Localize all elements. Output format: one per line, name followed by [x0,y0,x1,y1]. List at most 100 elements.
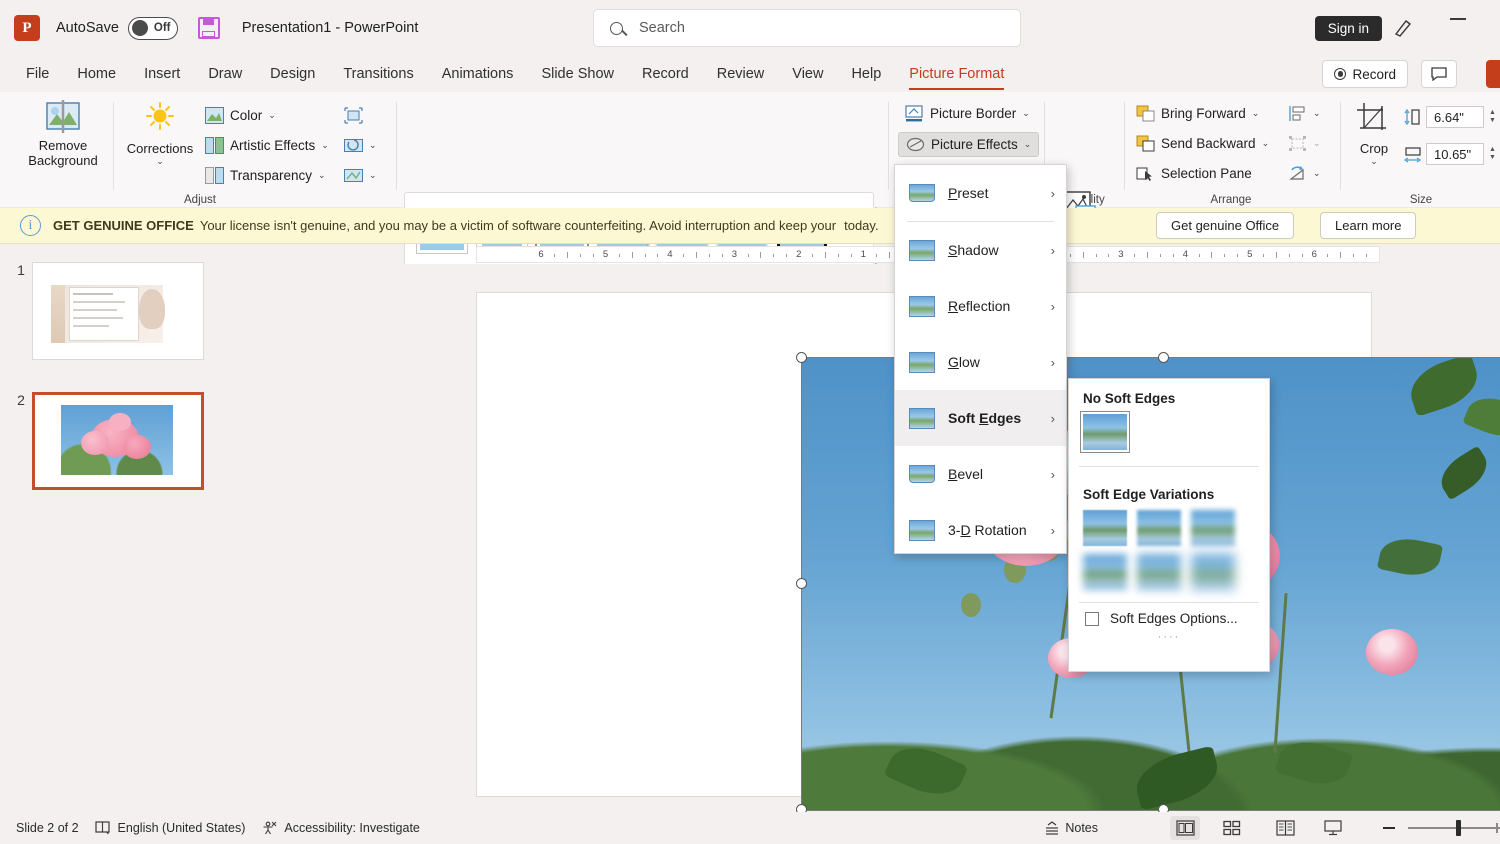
slide-counter[interactable]: Slide 2 of 2 [16,821,79,835]
soft-edge-variation-thumbnail[interactable] [1137,554,1181,590]
comments-button[interactable] [1421,60,1457,88]
soft-edges-submenu[interactable]: No Soft Edges Soft Edge Variations Soft … [1068,378,1270,672]
get-genuine-office-button[interactable]: Get genuine Office [1156,212,1295,239]
chevron-down-icon[interactable]: ⌄ [1252,108,1260,119]
no-soft-edges-thumbnail[interactable] [1080,411,1130,453]
selection-pane-button[interactable]: Selection Pane [1136,162,1252,184]
accessibility-status[interactable]: Accessibility: Investigate [261,821,420,835]
zoom-slider[interactable] [1408,820,1500,836]
tab-review[interactable]: Review [705,61,777,87]
pen-icon[interactable] [1392,16,1414,38]
record-button[interactable]: Record [1322,60,1408,88]
resize-handle-ml[interactable] [796,578,807,589]
chevron-down-icon[interactable]: ⌄ [318,170,326,181]
width-stepper[interactable]: ▲ ▼ [1489,146,1496,162]
tab-picture-format[interactable]: Picture Format [897,61,1016,90]
share-button[interactable] [1486,60,1500,88]
soft-edge-variation-thumbnail[interactable] [1083,510,1127,546]
corrections-button[interactable]: Corrections ⌄ [122,102,198,167]
change-picture-button[interactable]: ⌄ [344,134,377,156]
soft-edge-variation-thumbnail[interactable] [1191,510,1235,546]
chevron-down-icon[interactable]: ⌄ [1262,138,1270,149]
menu-item-reflection[interactable]: Reflection › [895,278,1066,334]
send-backward-button[interactable]: Send Backward ⌄ [1136,132,1269,154]
artistic-effects-button[interactable]: Artistic Effects ⌄ [205,134,329,156]
language-status[interactable]: English (United States) [94,821,245,835]
chevron-down-icon[interactable]: ⌄ [1352,156,1396,167]
slide-preview[interactable] [32,262,204,360]
save-icon[interactable] [197,17,220,39]
menu-item-bevel[interactable]: Bevel › [895,446,1066,502]
align-button[interactable]: ⌄ [1288,102,1321,124]
notes-button[interactable]: Notes [1044,820,1098,836]
slide-sorter-view-button[interactable] [1217,816,1247,840]
menu-item-glow[interactable]: Glow › [895,334,1066,390]
group-objects-button[interactable]: ⌄ [1288,132,1321,154]
menu-item-shadow[interactable]: Shadow › [895,222,1066,278]
submenu-grip-icon[interactable]: ···· [1069,631,1269,643]
bring-forward-button[interactable]: Bring Forward ⌄ [1136,102,1259,124]
slide-thumbnail-2[interactable]: 2 [10,392,204,490]
resize-handle-tl[interactable] [796,352,807,363]
zoom-slider-handle[interactable] [1456,820,1461,836]
chevron-down-icon[interactable]: ⌄ [1024,139,1032,150]
tab-record[interactable]: Record [630,61,701,87]
menu-item-3-d-rotation[interactable]: 3-D Rotation › [895,502,1066,558]
shape-height-field[interactable]: 6.64" ▲ ▼ [1404,106,1496,128]
search-box[interactable]: Search [593,9,1021,47]
learn-more-button[interactable]: Learn more [1320,212,1417,239]
resize-handle-tc[interactable] [1158,352,1169,363]
reading-view-button[interactable] [1270,816,1300,840]
tab-draw[interactable]: Draw [196,61,254,87]
chevron-down-icon[interactable]: ⌄ [321,140,329,151]
menu-item-soft-edges[interactable]: Soft Edges › [895,390,1066,446]
slide-thumbnail-1[interactable]: 1 [10,262,204,360]
chevron-down-icon[interactable]: ⌄ [268,110,276,121]
height-stepper[interactable]: ▲ ▼ [1489,109,1496,125]
tab-view[interactable]: View [780,61,835,87]
minimize-icon[interactable] [1450,18,1466,20]
chevron-down-icon[interactable]: ⌄ [369,140,377,151]
slide-preview-selected[interactable] [32,392,204,490]
sign-in-button[interactable]: Sign in [1314,16,1382,41]
tab-home[interactable]: Home [65,61,128,87]
shape-width-field[interactable]: 10.65" ▲ ▼ [1404,143,1496,165]
soft-edges-options-item[interactable]: Soft Edges Options... [1069,611,1269,626]
chevron-down-icon[interactable]: ⌄ [1313,108,1321,119]
slide-show-view-button[interactable] [1318,816,1348,840]
chevron-down-icon[interactable]: ⌄ [1022,108,1030,119]
chevron-down-icon[interactable]: ⌄ [1313,138,1321,149]
picture-effects-button[interactable]: Picture Effects ⌄ [898,132,1040,157]
remove-background-button[interactable]: Remove Background [18,100,108,168]
tab-design[interactable]: Design [258,61,327,87]
normal-view-button[interactable] [1170,816,1200,840]
color-button[interactable]: Color ⌄ [205,104,276,126]
zoom-out-icon[interactable] [1383,827,1395,829]
crop-button[interactable]: Crop ⌄ [1352,102,1396,167]
soft-edge-variation-thumbnail[interactable] [1137,510,1181,546]
transparency-button[interactable]: Transparency ⌄ [205,164,326,186]
tab-transitions[interactable]: Transitions [331,61,425,87]
tab-animations[interactable]: Animations [430,61,526,87]
width-input[interactable]: 10.65" [1426,143,1484,165]
checkbox-icon[interactable] [1085,611,1099,626]
tab-help[interactable]: Help [839,61,893,87]
height-input[interactable]: 6.64" [1426,106,1484,128]
soft-edge-variation-thumbnail[interactable] [1191,554,1235,590]
picture-border-button[interactable]: Picture Border ⌄ [898,102,1037,125]
soft-edge-variation-thumbnail[interactable] [1083,554,1127,590]
chevron-down-icon[interactable]: ⌄ [369,170,377,181]
chevron-down-icon[interactable]: ⌄ [122,156,198,167]
tab-file[interactable]: File [14,61,61,87]
ruler-minor-tick [1108,254,1110,257]
reset-picture-button[interactable]: ⌄ [344,164,377,186]
chevron-down-icon[interactable]: ⌄ [1313,168,1321,179]
menu-item-preset[interactable]: Preset › [895,165,1066,221]
rotate-button[interactable]: ⌄ [1288,162,1321,184]
crop-icon [1357,103,1386,130]
compress-pictures-button[interactable] [344,104,363,126]
autosave-toggle[interactable]: Off [127,16,178,40]
tab-insert[interactable]: Insert [132,61,192,87]
tab-slide-show[interactable]: Slide Show [529,61,626,87]
picture-effects-menu[interactable]: Preset › Shadow › Reflection › Glow › Soft Edges… [894,164,1067,554]
